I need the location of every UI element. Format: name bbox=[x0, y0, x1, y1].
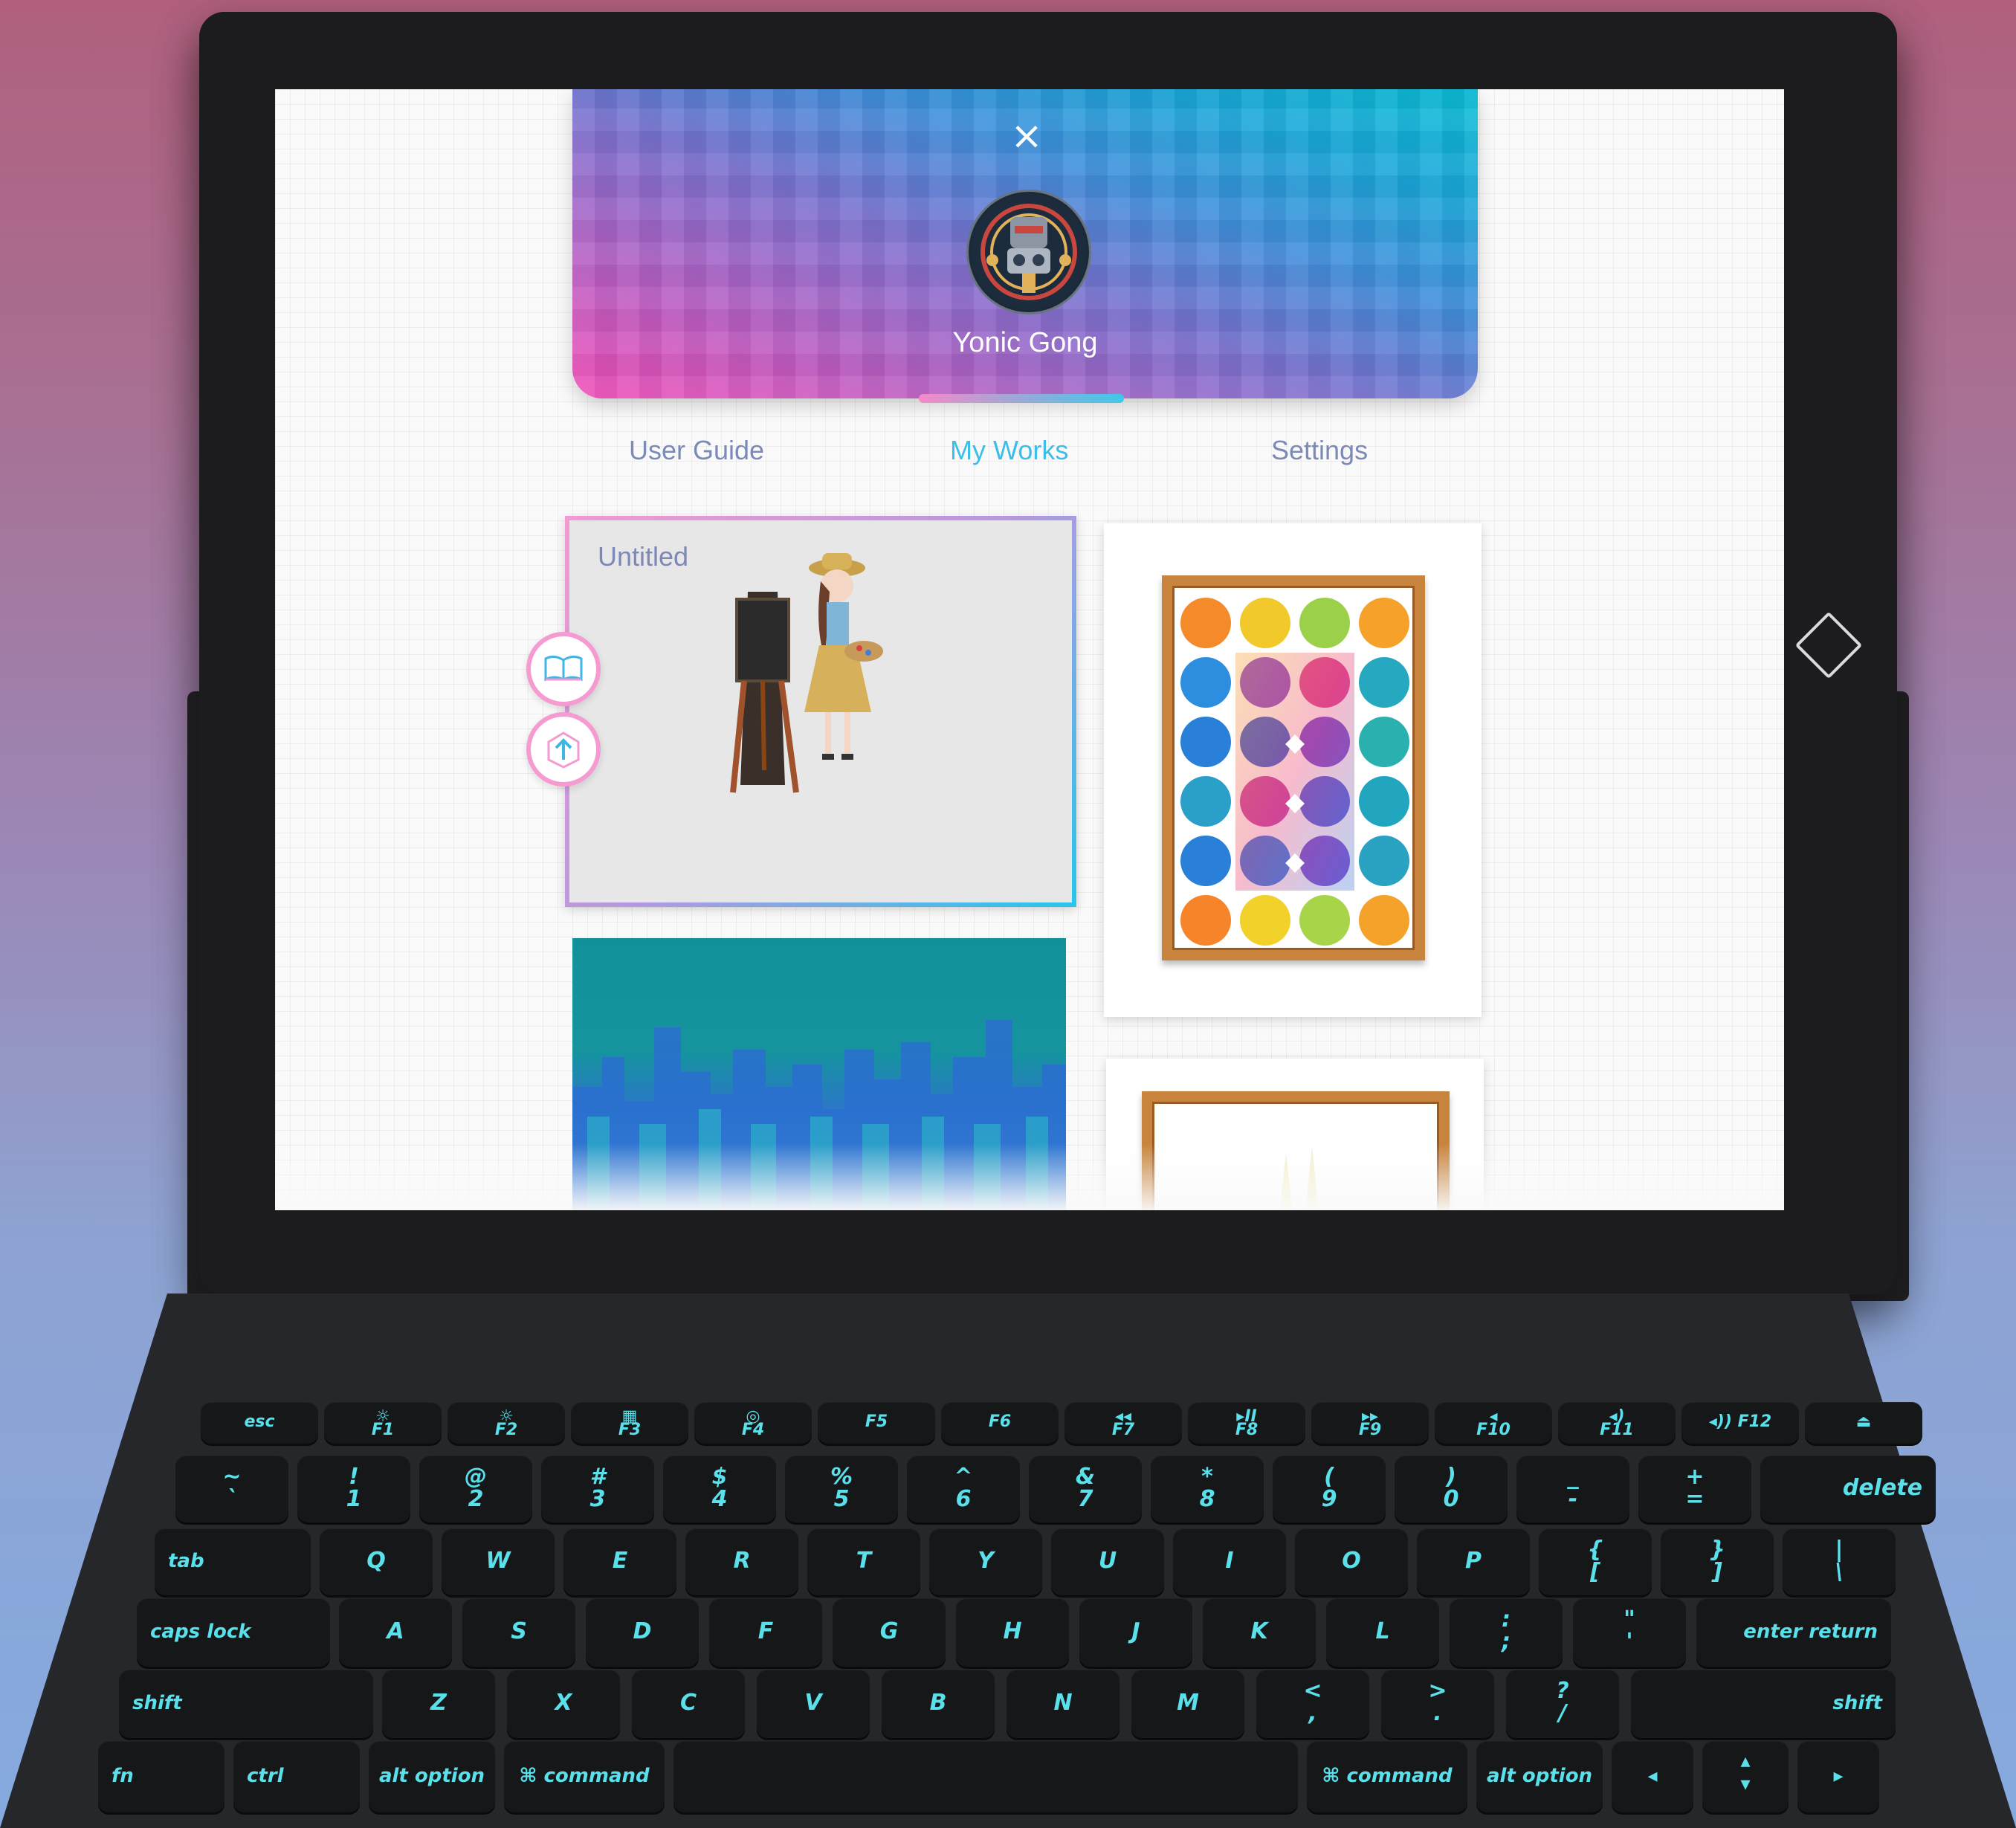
key-z-9[interactable]: >. bbox=[1381, 1670, 1494, 1738]
active-tab-indicator bbox=[919, 394, 1124, 403]
key-q-12[interactable]: }] bbox=[1661, 1528, 1774, 1595]
key-q-2[interactable]: W bbox=[442, 1528, 555, 1595]
key-fn-5[interactable]: F5 bbox=[818, 1402, 935, 1444]
tab-user-guide[interactable]: User Guide bbox=[629, 435, 764, 466]
key-q-5[interactable]: T bbox=[807, 1528, 920, 1595]
key-num-12[interactable]: + = bbox=[1638, 1456, 1751, 1522]
key-a-4[interactable]: F bbox=[709, 1598, 822, 1667]
key-bottom-5[interactable]: ⌘ command bbox=[1307, 1741, 1467, 1812]
key-a-1[interactable]: A bbox=[339, 1598, 452, 1667]
key-q-10[interactable]: P bbox=[1417, 1528, 1530, 1595]
key-fn-8[interactable]: ▸II F8 bbox=[1188, 1402, 1305, 1444]
key-q-7[interactable]: U bbox=[1051, 1528, 1164, 1595]
open-book-icon bbox=[544, 655, 583, 682]
key-a-8[interactable]: K bbox=[1203, 1598, 1316, 1667]
avatar[interactable] bbox=[966, 190, 1091, 314]
key-z-8[interactable]: <, bbox=[1256, 1670, 1369, 1738]
key-q-3[interactable]: E bbox=[563, 1528, 676, 1595]
key-z-0[interactable]: shift bbox=[119, 1670, 373, 1738]
key-fn-7[interactable]: ◂◂ F7 bbox=[1064, 1402, 1182, 1444]
key-a-10[interactable]: :; bbox=[1450, 1598, 1563, 1667]
open-book-button[interactable] bbox=[526, 632, 601, 706]
key-fn-12[interactable]: ◂)) F12 bbox=[1681, 1402, 1799, 1444]
quilt-artwork bbox=[1180, 598, 1409, 946]
key-num-5[interactable]: % 5 bbox=[785, 1456, 898, 1522]
key-bottom-6[interactable]: alt option bbox=[1476, 1741, 1603, 1812]
profile-tabs: User Guide My Works Settings bbox=[572, 435, 1478, 479]
key-bottom-7[interactable]: ◂ bbox=[1612, 1741, 1693, 1812]
upload-button[interactable] bbox=[526, 712, 601, 787]
key-z-1[interactable]: Z bbox=[382, 1670, 495, 1738]
key-num-8[interactable]: * 8 bbox=[1151, 1456, 1264, 1522]
key-a-11[interactable]: " ' bbox=[1573, 1598, 1686, 1667]
key-bottom-1[interactable]: ctrl bbox=[233, 1741, 360, 1812]
key-bottom-9[interactable]: ▸ bbox=[1797, 1741, 1879, 1812]
key-num-11[interactable]: _ - bbox=[1516, 1456, 1629, 1522]
username: Yonic Gong bbox=[952, 327, 1098, 358]
key-a-2[interactable]: S bbox=[462, 1598, 575, 1667]
upload-icon bbox=[547, 731, 580, 769]
key-fn-2[interactable]: ☼ F2 bbox=[448, 1402, 565, 1444]
key-q-11[interactable]: {[ bbox=[1539, 1528, 1652, 1595]
key-q-0[interactable]: tab bbox=[155, 1528, 311, 1595]
key-a-9[interactable]: L bbox=[1326, 1598, 1439, 1667]
key-q-8[interactable]: I bbox=[1173, 1528, 1286, 1595]
key-bottom-3[interactable]: ⌘ command bbox=[504, 1741, 665, 1812]
key-a-12[interactable]: enter return bbox=[1696, 1598, 1891, 1667]
key-num-4[interactable]: $4 bbox=[663, 1456, 776, 1522]
app-screen: × Yonic Gong User Guide My Works Setting… bbox=[275, 89, 1784, 1210]
keyboard: esc ☼ F1 ☼ F2 ▦ F3 ◎ F4 F5 F6 ◂◂ F7 ▸II F8 ▸▸ F9 ◂ F10 ◂) F1… bbox=[0, 1294, 2016, 1828]
work-card-quilt[interactable] bbox=[1104, 523, 1482, 1017]
tab-my-works[interactable]: My Works bbox=[950, 435, 1068, 466]
key-q-13[interactable]: | \ bbox=[1783, 1528, 1896, 1595]
key-q-6[interactable]: Y bbox=[929, 1528, 1042, 1595]
key-num-1[interactable]: ! 1 bbox=[297, 1456, 410, 1522]
key-q-4[interactable]: R bbox=[685, 1528, 798, 1595]
key-a-5[interactable]: G bbox=[833, 1598, 946, 1667]
key-z-11[interactable]: shift bbox=[1631, 1670, 1896, 1738]
key-num-7[interactable]: & 7 bbox=[1029, 1456, 1142, 1522]
profile-banner: × Yonic Gong bbox=[572, 89, 1478, 398]
key-fn-11[interactable]: ◂) F11 bbox=[1558, 1402, 1676, 1444]
key-num-3[interactable]: #3 bbox=[541, 1456, 654, 1522]
tab-settings[interactable]: Settings bbox=[1271, 435, 1368, 466]
key-q-9[interactable]: O bbox=[1295, 1528, 1408, 1595]
key-z-5[interactable]: B bbox=[882, 1670, 995, 1738]
key-a-7[interactable]: J bbox=[1079, 1598, 1192, 1667]
close-icon[interactable]: × bbox=[1007, 116, 1047, 156]
key-bottom-8[interactable]: ▴ ▾ bbox=[1702, 1741, 1789, 1812]
key-fn-9[interactable]: ▸▸ F9 bbox=[1311, 1402, 1429, 1444]
key-num-13[interactable]: delete bbox=[1760, 1456, 1936, 1522]
scroll-fade bbox=[275, 1143, 1784, 1210]
key-z-6[interactable]: N bbox=[1007, 1670, 1120, 1738]
key-a-0[interactable]: caps lock bbox=[137, 1598, 330, 1667]
key-z-10[interactable]: ? / bbox=[1506, 1670, 1619, 1738]
key-num-2[interactable]: @2 bbox=[419, 1456, 532, 1522]
work-card-selected[interactable]: Untitled bbox=[526, 516, 1076, 907]
work-title: Untitled bbox=[598, 541, 689, 572]
key-fn-4[interactable]: ◎ F4 bbox=[694, 1402, 812, 1444]
key-fn-13[interactable]: ⏏ bbox=[1805, 1402, 1922, 1444]
key-num-9[interactable]: (9 bbox=[1273, 1456, 1386, 1522]
key-num-0[interactable]: ~ ` bbox=[175, 1456, 288, 1522]
key-a-3[interactable]: D bbox=[586, 1598, 699, 1667]
key-bottom-4[interactable] bbox=[673, 1741, 1298, 1812]
key-fn-10[interactable]: ◂ F10 bbox=[1435, 1402, 1552, 1444]
key-z-4[interactable]: V bbox=[757, 1670, 870, 1738]
key-bottom-0[interactable]: fn bbox=[98, 1741, 224, 1812]
key-a-6[interactable]: H bbox=[956, 1598, 1069, 1667]
key-fn-6[interactable]: F6 bbox=[941, 1402, 1059, 1444]
key-fn-3[interactable]: ▦ F3 bbox=[571, 1402, 688, 1444]
key-num-6[interactable]: ^ 6 bbox=[907, 1456, 1020, 1522]
key-z-2[interactable]: X bbox=[507, 1670, 620, 1738]
key-z-3[interactable]: C bbox=[632, 1670, 745, 1738]
key-bottom-2[interactable]: alt option bbox=[369, 1741, 495, 1812]
artwork-thumbnail bbox=[730, 553, 883, 793]
key-fn-1[interactable]: ☼ F1 bbox=[324, 1402, 442, 1444]
key-num-10[interactable]: ) 0 bbox=[1395, 1456, 1508, 1522]
key-q-1[interactable]: Q bbox=[320, 1528, 433, 1595]
artwork-frame bbox=[1162, 575, 1425, 960]
key-z-7[interactable]: M bbox=[1131, 1670, 1244, 1738]
key-fn-0[interactable]: esc bbox=[201, 1402, 318, 1444]
